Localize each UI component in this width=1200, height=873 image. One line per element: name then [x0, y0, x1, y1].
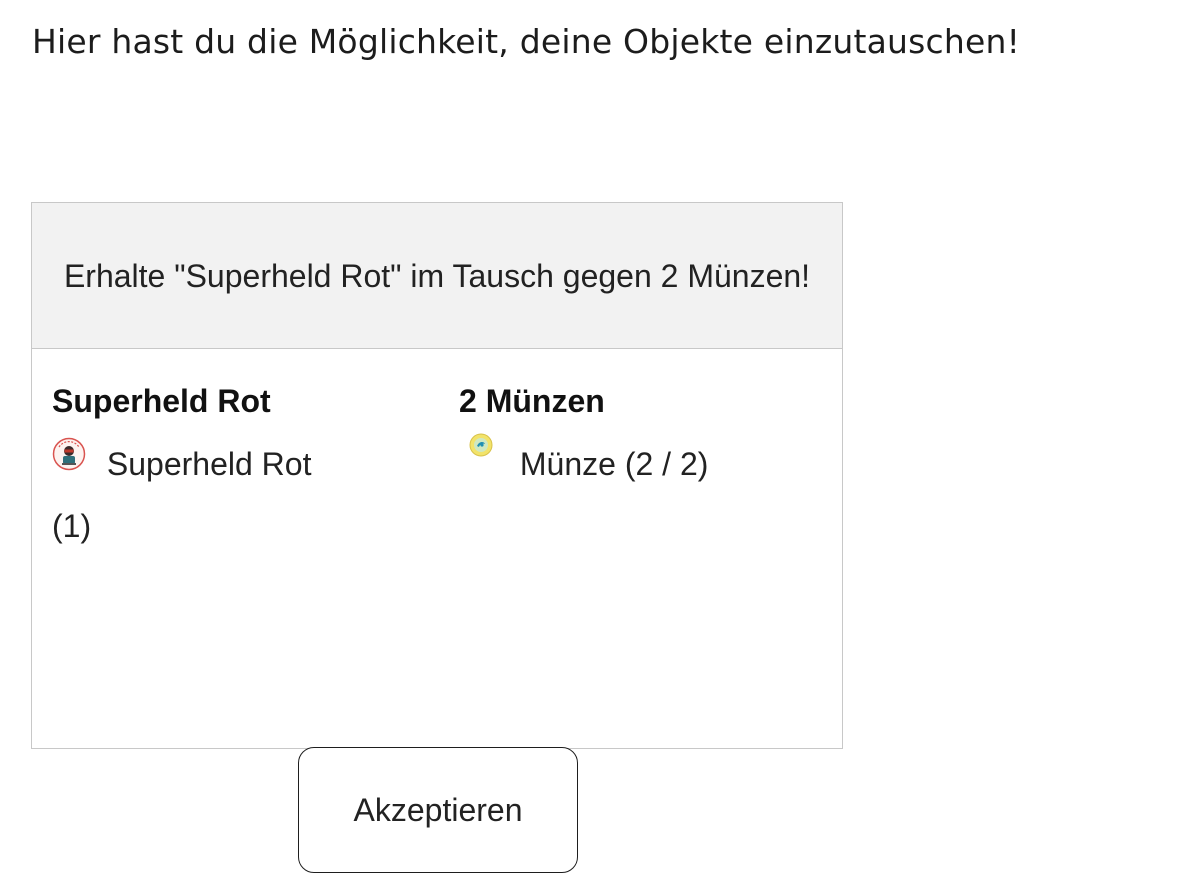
receive-column: Superheld Rot Superheld Rot (1)	[52, 383, 412, 557]
accept-button[interactable]: Akzeptieren	[298, 747, 578, 873]
give-column: 2 Münzen Münze (2 / 2)	[459, 383, 829, 495]
receive-item: Superheld Rot (1)	[52, 433, 412, 557]
give-title: 2 Münzen	[459, 383, 605, 419]
receive-item-count: (1)	[52, 508, 92, 544]
trade-offer-header: Erhalte "Superheld Rot" im Tausch gegen …	[32, 203, 842, 349]
receive-item-name: Superheld Rot	[106, 446, 312, 482]
give-item: Münze (2 / 2)	[459, 433, 829, 495]
receive-title: Superheld Rot	[52, 383, 271, 419]
trade-offer-body: Superheld Rot Superheld Rot (1) 2 Münzen	[32, 349, 842, 873]
intro-text: Hier hast du die Möglichkeit, deine Obje…	[32, 22, 1021, 61]
coin-icon	[469, 433, 493, 457]
give-item-label: Münze (2 / 2)	[519, 446, 709, 482]
superhero-red-icon	[52, 437, 86, 471]
trade-offer-card: Erhalte "Superheld Rot" im Tausch gegen …	[31, 202, 843, 873]
